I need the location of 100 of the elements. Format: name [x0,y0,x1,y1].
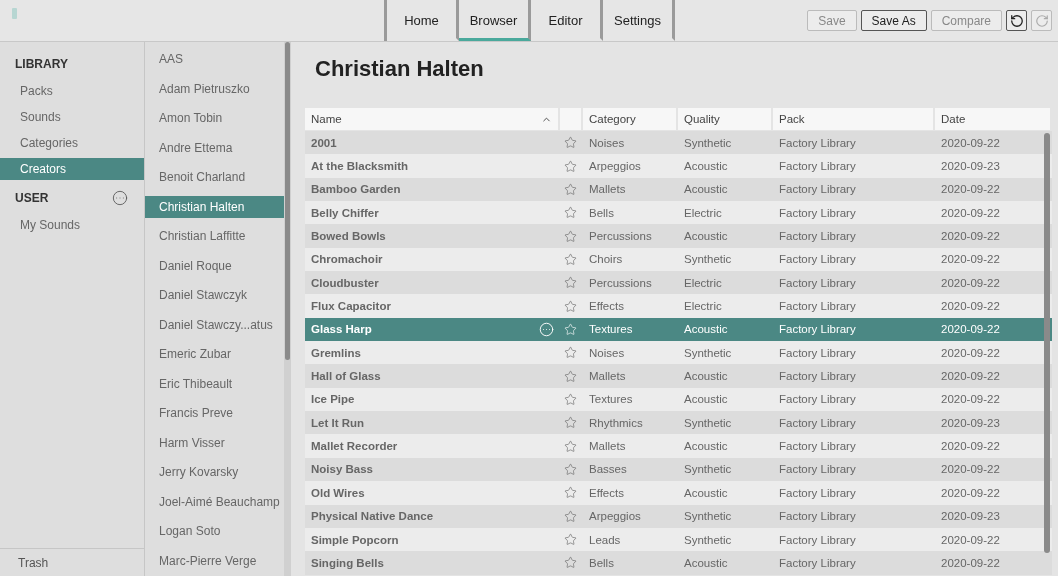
table-cell-text: 2020-09-22 [940,345,1001,361]
table-cell-text: Electric [683,275,723,291]
nav-tab[interactable]: Browser [459,0,531,41]
table-cell-text: Factory Library [778,322,857,338]
table-row[interactable]: Gremlins Noises Synthetic Factory Library 2020-09-22 [305,341,1052,365]
table-cell-text: 2020-09-22 [940,322,1001,338]
table-row[interactable]: Hall of Glass Mallets Acoustic Factory Library 2020-09-22 [305,364,1052,388]
star-icon[interactable] [564,252,577,266]
star-icon[interactable] [564,509,577,523]
creator-item[interactable]: Benoit Charland [145,166,284,188]
more-icon[interactable] [112,190,128,206]
scrollbar-thumb[interactable] [285,42,290,360]
trash-item[interactable]: Trash [0,548,144,576]
star-icon[interactable] [564,556,577,570]
creator-item[interactable]: Daniel Stawczyk [145,284,284,306]
table-row[interactable]: Old Wires Effects Acoustic Factory Library 2020-09-22 [305,481,1052,505]
star-icon[interactable] [564,206,577,220]
table-row[interactable]: Simple Popcorn Leads Synthetic Factory Library 2020-09-22 [305,527,1052,552]
star-icon[interactable] [564,159,577,173]
table-row[interactable]: Chromachoir Choirs Synthetic Factory Library 2020-09-22 [305,247,1052,272]
star-icon[interactable] [564,182,577,196]
star-icon[interactable] [564,463,577,476]
table-cell-text: Textures [588,322,634,338]
table-cell-text: Factory Library [778,392,857,408]
sound-name: Glass Harp [311,323,372,336]
table-row[interactable]: Ice Pipe Textures Acoustic Factory Library 2020-09-22 [305,387,1052,412]
star-icon[interactable] [564,229,577,243]
creator-item[interactable]: Jerry Kovarsky [145,461,284,483]
redo-icon [1034,13,1049,28]
table-row[interactable]: Bamboo Garden Mallets Acoustic Factory Library 2020-09-22 [305,177,1052,202]
table-row[interactable]: 2001 Noises Synthetic Factory Library 2020-09-22 [305,131,1052,155]
sidebar-item[interactable]: Packs [0,80,144,102]
creator-item[interactable]: Christian Laffitte [145,225,284,247]
star-icon[interactable] [564,299,577,313]
creator-item[interactable]: Amon Tobin [145,107,284,129]
nav-tab[interactable]: Settings [603,0,675,41]
table-cell-text: Effects [588,299,625,315]
table-cell-text: Bells [588,205,615,221]
table-row[interactable]: Let It Run Rhythmics Synthetic Factory Library 2020-09-23 [305,411,1052,435]
sidebar-item[interactable]: Creators [0,158,144,180]
indicator-icon [12,8,17,19]
sidebar-item[interactable]: Categories [0,132,144,154]
sidebar-item[interactable]: Sounds [0,106,144,128]
table-cell-text: Factory Library [778,299,857,315]
star-icon[interactable] [564,486,577,500]
table-cell-text: 2020-09-22 [940,392,1001,408]
star-icon[interactable] [564,416,577,430]
creator-item[interactable]: Adam Pietruszko [145,77,284,100]
save-as-button[interactable]: Save As [860,10,927,31]
table-row[interactable]: Singing Bells Bells Acoustic Factory Library 2020-09-22 [305,551,1052,575]
creator-item[interactable]: Daniel Roque [145,254,284,277]
scrollbar-thumb[interactable] [1044,133,1050,553]
star-icon[interactable] [564,533,577,546]
table-cell-text: Percussions [588,229,653,245]
nav-tab[interactable]: Home [387,0,459,41]
table-cell-text: Electric [683,299,723,315]
nav-tab[interactable]: Editor [531,0,603,41]
star-icon[interactable] [564,276,577,290]
sound-name: Singing Bells [311,556,384,569]
table-row[interactable]: Physical Native Dance Arpeggios Synthetic Factory Library 2020-09-23 [305,504,1052,528]
creator-item[interactable]: Daniel Stawczy...atus [145,313,284,336]
star-icon[interactable] [564,392,577,406]
creator-item[interactable]: Andre Ettema [145,136,284,159]
table-cell-text: Mallets [588,369,627,385]
star-icon[interactable] [564,439,577,453]
sound-name: Physical Native Dance [311,510,434,523]
table-row[interactable]: Flux Capacitor Effects Electric Factory Library 2020-09-22 [305,294,1052,318]
table-cell-text: Factory Library [778,485,857,501]
creator-item[interactable]: Christian Halten [145,195,284,218]
creator-item[interactable]: Harm Visser [145,431,284,454]
creator-item[interactable]: Marc-Pierre Verge [145,549,284,572]
creator-item[interactable]: Francis Preve [145,402,284,424]
table-row[interactable]: Noisy Bass Basses Synthetic Factory Library 2020-09-22 [305,457,1052,482]
undo-button[interactable] [1006,10,1027,31]
creator-item[interactable]: AAS [145,48,284,70]
table-row[interactable]: Cloudbuster Percussions Electric Factory Library 2020-09-22 [305,271,1052,295]
table-cell-text: Synthetic [683,345,733,361]
table-row[interactable]: Bowed Bowls Percussions Acoustic Factory Library 2020-09-22 [305,224,1052,248]
table-cell-text: Synthetic [683,135,733,151]
table-cell-text: 2020-09-22 [940,555,1001,571]
section-title: LIBRARY [15,57,68,71]
table-row[interactable]: At the Blacksmith Arpeggios Acoustic Factory Library 2020-09-23 [305,154,1052,178]
sound-name: Hall of Glass [311,370,381,383]
table-cell-text: 2020-09-22 [940,252,1001,268]
creator-item[interactable]: Eric Thibeault [145,372,284,395]
table-row[interactable]: Mallet Recorder Mallets Acoustic Factory Library 2020-09-22 [305,434,1052,458]
star-icon[interactable] [564,369,577,383]
table-cell-text: Factory Library [778,462,857,478]
table-cell-text: Factory Library [778,555,857,571]
creator-item[interactable]: Emeric Zubar [145,343,284,365]
sound-name: At the Blacksmith [311,160,409,172]
table-cell-text: 2020-09-22 [940,182,1001,198]
sidebar-item[interactable]: My Sounds [0,214,144,236]
creator-item[interactable]: Joel-Aimé Beauchamp [145,490,284,513]
table-row[interactable]: Belly Chiffer Bells Electric Factory Library 2020-09-22 [305,201,1052,225]
star-icon[interactable] [564,346,577,360]
table-cell-text: 2020-09-22 [940,485,1001,501]
star-icon[interactable] [564,136,577,150]
creator-item[interactable]: Logan Soto [145,520,284,542]
table-cell-text: Acoustic [683,159,729,174]
